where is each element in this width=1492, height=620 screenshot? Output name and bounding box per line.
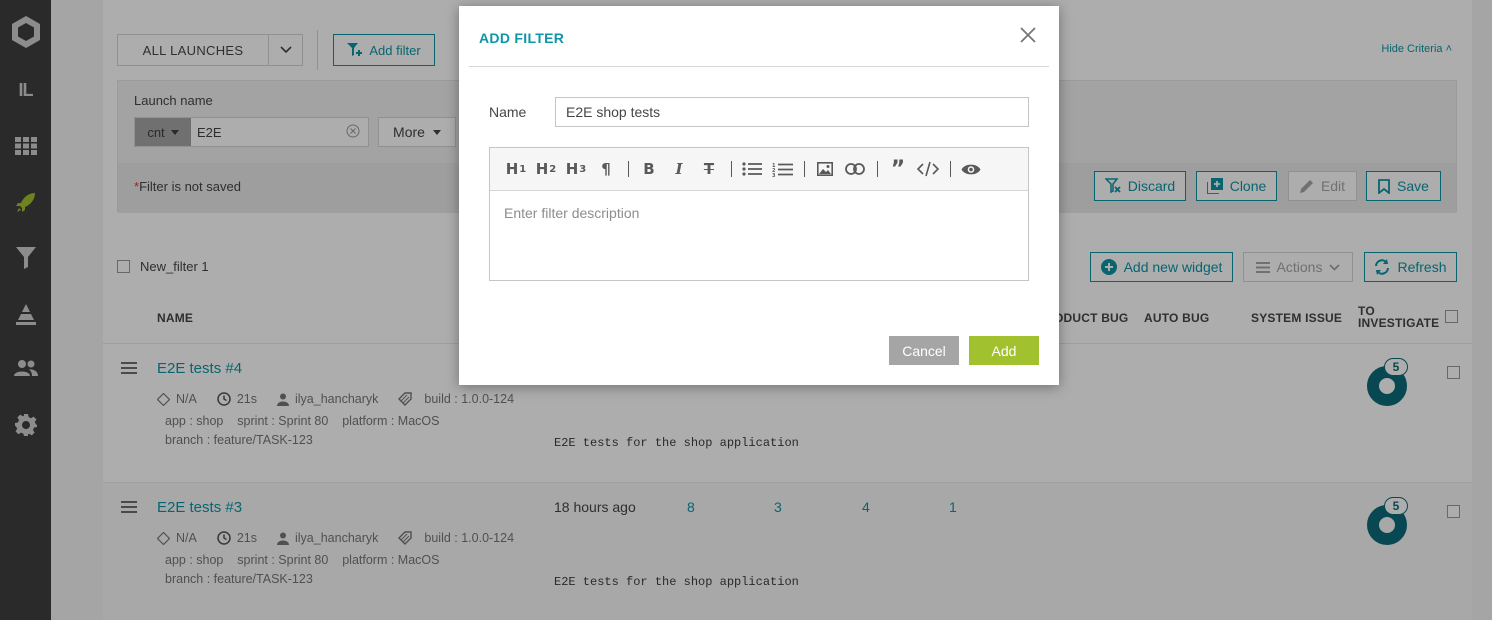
filter-name-input[interactable]	[555, 97, 1029, 127]
toolbar-separator	[731, 161, 732, 177]
description-editor: H1 H2 H3 ¶ B I T 123 ”	[489, 147, 1029, 281]
strikethrough-icon[interactable]: T	[697, 157, 721, 181]
heading3-icon[interactable]: H3	[564, 157, 588, 181]
add-button[interactable]: Add	[969, 336, 1039, 365]
quote-icon[interactable]: ”	[886, 157, 910, 182]
numbered-list-icon[interactable]: 123	[770, 157, 794, 181]
link-icon[interactable]	[843, 157, 867, 181]
toolbar-separator	[804, 161, 805, 177]
modal-divider	[469, 66, 1049, 67]
description-textarea[interactable]	[490, 191, 1028, 280]
bold-icon[interactable]: B	[637, 157, 661, 181]
bullet-list-icon[interactable]	[740, 157, 764, 181]
code-icon[interactable]	[916, 157, 940, 181]
heading2-icon[interactable]: H2	[534, 157, 558, 181]
cancel-button[interactable]: Cancel	[889, 336, 959, 365]
toolbar-separator	[877, 161, 878, 177]
image-icon[interactable]	[813, 157, 837, 181]
heading1-icon[interactable]: H1	[504, 157, 528, 181]
name-label: Name	[489, 104, 527, 120]
italic-icon[interactable]: I	[667, 157, 691, 181]
svg-text:3: 3	[772, 173, 776, 177]
toolbar-separator	[950, 161, 951, 177]
modal-title: ADD FILTER	[479, 30, 565, 46]
close-icon[interactable]	[1017, 24, 1039, 46]
add-filter-modal: ADD FILTER Name H1 H2 H3 ¶ B I T 123	[459, 6, 1059, 385]
editor-toolbar: H1 H2 H3 ¶ B I T 123 ”	[490, 148, 1028, 191]
preview-eye-icon[interactable]	[959, 157, 983, 181]
toolbar-separator	[628, 161, 629, 177]
paragraph-icon[interactable]: ¶	[594, 157, 618, 181]
